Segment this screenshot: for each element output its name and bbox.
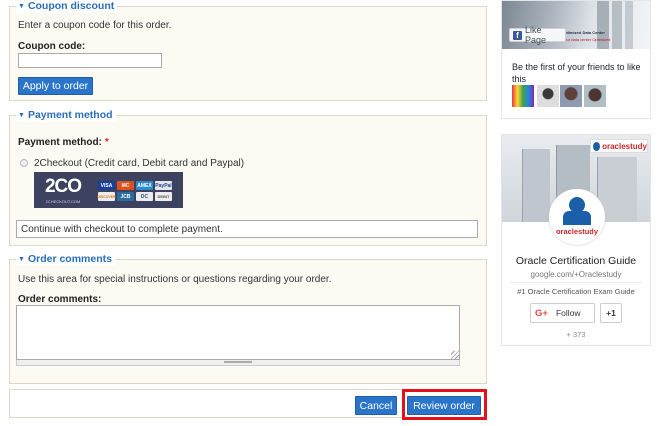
follow-label: Follow <box>555 308 581 318</box>
coupon-code-label: Coupon code: <box>18 41 86 52</box>
review-order-highlight <box>402 389 487 420</box>
payment-info-message: Continue with checkout to complete payme… <box>16 220 478 238</box>
coupon-legend[interactable]: ▼ Coupon discount <box>16 0 118 13</box>
mastercard-icon: MC <box>117 181 134 190</box>
payment-method-label-text: Payment method: <box>18 137 102 148</box>
facebook-friends-text: Be the first of your friends to like thi… <box>512 62 641 84</box>
gplus-icon: G+ <box>535 307 548 319</box>
card-logos: VISA MC AMEX PayPal DISCOVER JCB DC DEBI… <box>97 181 172 201</box>
gplus-tagline: #1 Oracle Certification Exam Guide <box>517 287 635 296</box>
comments-legend[interactable]: ▼ Order comments <box>16 253 115 266</box>
coupon-fieldset: ▼ Coupon discount Enter a coupon code fo… <box>9 0 487 101</box>
paypal-icon: PayPal <box>155 181 172 190</box>
comments-description: Use this area for special instructions o… <box>18 274 332 285</box>
like-page-button[interactable]: f Like Page <box>509 25 566 45</box>
2checkout-logo-sub: 2CHECKOUT.COM <box>45 199 81 204</box>
gplus-follow-button[interactable]: G+ Follow <box>530 303 595 323</box>
person-icon <box>593 141 601 151</box>
visa-icon: VISA <box>98 181 115 190</box>
2checkout-radio[interactable] <box>20 159 28 167</box>
oraclestudy-banner-text: oraclestudy <box>602 141 647 151</box>
facebook-banner-line1: Optimized Data Center <box>562 30 605 35</box>
friend-avatar[interactable] <box>537 85 559 107</box>
facebook-banner-line2: Your data center Optimized <box>562 37 611 42</box>
collapse-triangle-icon: ▼ <box>18 3 25 10</box>
facebook-icon: f <box>513 30 522 40</box>
discover-icon: DISCOVER <box>97 192 116 201</box>
oraclestudy-avatar[interactable]: oraclestudy <box>549 189 605 245</box>
coupon-description: Enter a coupon code for this order. <box>18 20 172 31</box>
order-comments-label: Order comments: <box>18 294 102 305</box>
gplus-divider <box>510 282 642 283</box>
2checkout-logo-text: 2CO <box>44 176 82 197</box>
collapse-triangle-icon: ▼ <box>18 256 25 263</box>
payment-method-label: Payment method: * <box>18 137 109 148</box>
comments-legend-label: Order comments <box>27 253 112 265</box>
coupon-legend-label: Coupon discount <box>27 0 115 12</box>
diners-icon: DC <box>136 192 153 201</box>
comments-fieldset: ▼ Order comments Use this area for speci… <box>9 253 487 384</box>
required-asterisk: * <box>104 137 109 148</box>
friend-avatar[interactable] <box>512 85 534 107</box>
like-page-label: Like Page <box>525 25 547 45</box>
oraclestudy-avatar-text: oraclestudy <box>555 227 599 236</box>
payment-legend-label: Payment method <box>27 109 113 121</box>
gplus-plus-one-button[interactable]: +1 <box>600 303 622 323</box>
gplus-profile-name[interactable]: Oracle Certification Guide <box>502 255 650 267</box>
jcb-icon: JCB <box>117 192 134 201</box>
resize-handle-icon[interactable] <box>451 351 459 359</box>
cancel-button[interactable]: Cancel <box>355 396 397 415</box>
debit-icon: DEBIT <box>155 192 172 201</box>
gplus-badge-widget: oraclestudy oraclestudy Oracle Certifica… <box>501 134 651 346</box>
payment-legend[interactable]: ▼ Payment method <box>16 109 116 122</box>
friend-avatar[interactable] <box>584 85 606 107</box>
payment-fieldset: ▼ Payment method Payment method: * 2Check… <box>9 109 487 246</box>
textarea-grippie[interactable] <box>16 360 460 366</box>
oraclestudy-banner-logo: oraclestudy <box>590 139 648 153</box>
amex-icon: AMEX <box>136 181 153 190</box>
facebook-page-widget: Optimized Data Center Your data center O… <box>501 0 651 119</box>
coupon-code-input[interactable] <box>18 53 162 68</box>
gplus-profile-url[interactable]: google.com/+Oraclestudy <box>502 270 650 279</box>
gplus-follower-count: + 373 <box>566 330 586 339</box>
2checkout-option-label[interactable]: 2Checkout (Credit card, Debit card and P… <box>34 158 244 169</box>
order-comments-textarea[interactable] <box>16 305 460 360</box>
friend-avatar[interactable] <box>560 85 582 107</box>
collapse-triangle-icon: ▼ <box>18 112 25 119</box>
apply-coupon-button[interactable]: Apply to order <box>18 77 93 95</box>
